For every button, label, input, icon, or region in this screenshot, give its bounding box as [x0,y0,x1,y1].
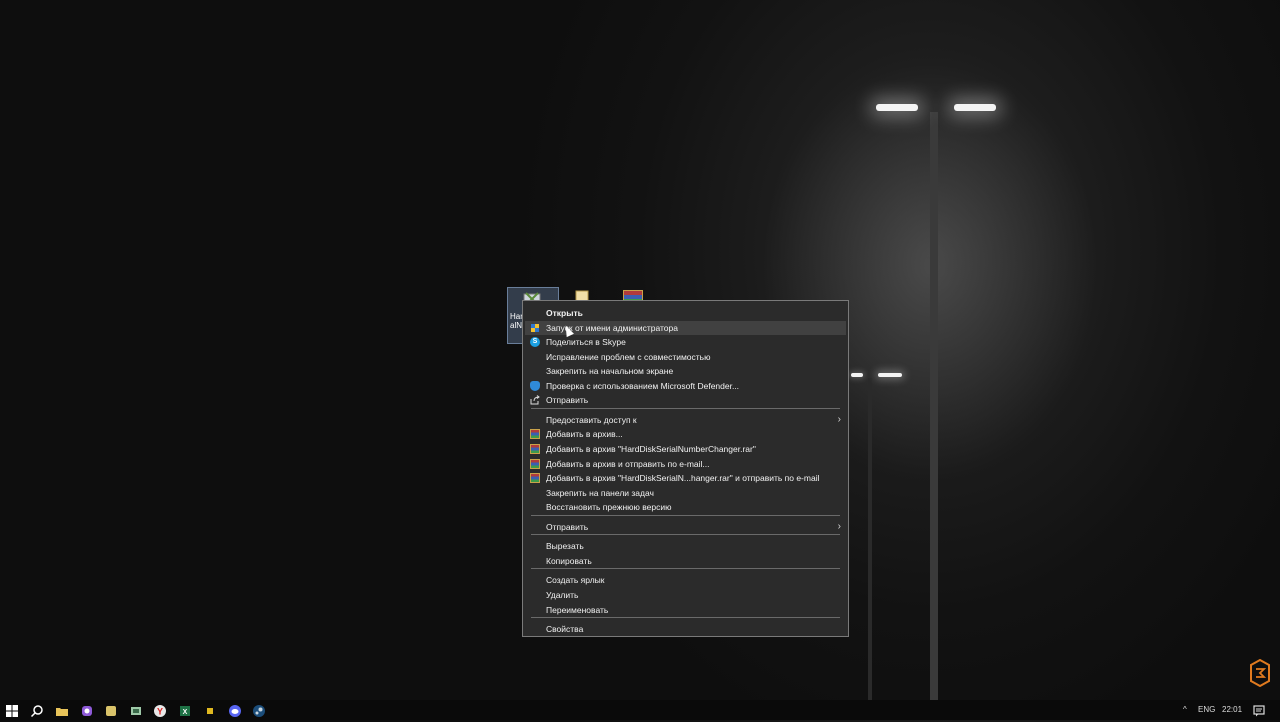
lamp-pole [930,112,938,700]
menu-item[interactable]: Добавить в архив и отправить по e-mail..… [525,457,846,471]
winrar-icon [530,459,540,469]
skype-icon: S [530,337,540,347]
menu-item-label: Восстановить прежнюю версию [546,502,672,512]
chevron-right-icon: › [837,521,841,532]
notification-icon[interactable] [1252,703,1266,717]
menu-item[interactable]: Создать ярлык [525,573,846,587]
menu-item-label: Создать ярлык [546,575,605,585]
menu-item[interactable]: Вырезать [525,539,846,553]
defender-icon [530,381,540,391]
start-icon[interactable] [5,703,19,717]
svg-text:Y: Y [157,707,163,717]
clock[interactable]: 22:01 [1222,700,1242,720]
lamp-light-left [876,104,918,111]
lamp-pole-far [868,378,872,700]
menu-separator [531,534,840,535]
menu-item-label: Добавить в архив и отправить по e-mail..… [546,459,710,469]
menu-item[interactable]: Закрепить на начальном экране [525,364,846,378]
menu-item-label: Свойства [546,624,584,634]
menu-separator [531,515,840,516]
menu-item-label: Закрепить на панели задач [546,488,654,498]
taskbar: Y X ^ ENG 22:01 [0,700,1280,720]
uac-shield-icon [530,323,540,333]
app-yellow-icon[interactable] [104,703,118,717]
share-icon [530,395,540,405]
winrar-icon [530,429,540,439]
discord-icon[interactable] [228,703,242,717]
menu-item-label: Удалить [546,590,579,600]
corner-logo-icon [1250,658,1270,688]
search-icon[interactable] [30,703,44,718]
winrar-icon [530,444,540,454]
menu-item-label: Закрепить на начальном экране [546,366,674,376]
chevron-right-icon: › [837,414,841,425]
menu-item-label: Добавить в архив... [546,429,623,439]
app-green-icon[interactable] [129,703,143,717]
menu-item-label: Переименовать [546,605,609,615]
menu-item-label: Отправить [546,522,589,532]
menu-item[interactable]: Переименовать [525,603,846,617]
menu-item-label: Проверка с использованием Microsoft Defe… [546,381,740,391]
menu-item[interactable]: Добавить в архив... [525,427,846,441]
menu-item-label: Добавить в архив "HardDiskSerialN...hang… [546,473,820,483]
menu-separator [531,408,840,409]
menu-item[interactable]: Добавить в архив "HardDiskSerialNumberCh… [525,442,846,456]
lamp-light-far [878,373,902,377]
app-purple-icon[interactable] [80,703,94,717]
menu-item-label: Отправить [546,395,589,405]
menu-item[interactable]: Предоставить доступ к › [525,413,846,427]
context-menu: Открыть Запуск от имени администратора S По… [522,300,849,637]
menu-item[interactable]: Удалить [525,588,846,602]
desktop-icon-label-line2: alN [510,321,523,330]
menu-item[interactable]: Копировать [525,554,846,568]
menu-item-label: Предоставить доступ к [546,415,637,425]
menu-item[interactable]: Отправить [525,393,846,407]
menu-item[interactable]: Исправление проблем с совместимостью [525,350,846,364]
winrar-icon [530,473,540,483]
menu-item[interactable]: Закрепить на панели задач [525,486,846,500]
menu-separator [531,568,840,569]
menu-item-label: Добавить в архив "HardDiskSerialNumberCh… [546,444,756,454]
menu-item-label: Копировать [546,556,592,566]
menu-item[interactable]: S Поделиться в Skype [525,335,846,349]
svg-text:X: X [183,709,188,716]
menu-item[interactable]: Восстановить прежнюю версию [525,500,846,514]
menu-item-label: Исправление проблем с совместимостью [546,352,711,362]
yandex-browser-icon[interactable]: Y [153,703,167,717]
steam-icon[interactable] [252,703,266,717]
menu-item[interactable]: Проверка с использованием Microsoft Defe… [525,379,846,393]
lamp-light-far-left [851,373,863,377]
app-amber-icon[interactable] [203,703,217,717]
menu-item[interactable]: Добавить в архив "HardDiskSerialN...hang… [525,471,846,485]
menu-separator [531,617,840,618]
menu-item-label: Поделиться в Skype [546,337,626,347]
menu-item[interactable]: Отправить › [525,520,846,534]
menu-item[interactable]: Свойства [525,622,846,636]
language-indicator[interactable]: ENG [1198,700,1215,720]
excel-icon[interactable]: X [178,703,192,717]
menu-item-label: Открыть [546,308,583,318]
file-explorer-icon[interactable] [55,703,69,717]
tray-chevron[interactable]: ^ [1183,700,1187,720]
menu-item-label: Вырезать [546,541,584,551]
lamp-light-right [954,104,996,111]
menu-item[interactable]: Открыть [525,306,846,320]
